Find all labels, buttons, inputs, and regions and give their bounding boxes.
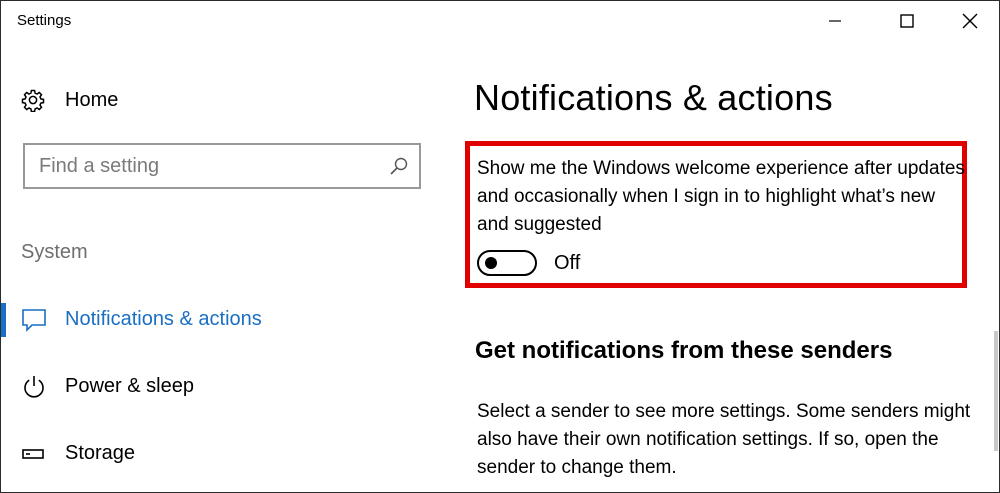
welcome-experience-toggle[interactable] bbox=[477, 250, 537, 276]
minimize-button[interactable] bbox=[811, 1, 859, 41]
system-group-label: System bbox=[21, 241, 88, 263]
maximize-button[interactable] bbox=[883, 1, 931, 41]
sidebar-item-label: Power & sleep bbox=[65, 375, 194, 397]
storage-icon bbox=[22, 449, 44, 459]
power-icon bbox=[24, 376, 44, 398]
maximize-icon bbox=[900, 14, 914, 28]
sidebar-item-power-sleep[interactable]: Power & sleep bbox=[1, 364, 441, 410]
sidebar: Home System Notifications & actions Powe… bbox=[1, 41, 441, 492]
sidebar-item-label: Storage bbox=[65, 442, 136, 464]
home-label: Home bbox=[65, 88, 119, 111]
chat-bubble-icon bbox=[22, 309, 46, 332]
search-icon[interactable] bbox=[389, 156, 409, 176]
title-bar[interactable]: Settings bbox=[1, 1, 999, 41]
scrollbar[interactable] bbox=[994, 331, 998, 451]
senders-heading: Get notifications from these senders bbox=[475, 337, 893, 364]
settings-window: Settings Home Find a setting System Noti… bbox=[0, 0, 1000, 493]
main-content: Notifications & actions Show me the Wind… bbox=[441, 41, 999, 492]
app-title: Settings bbox=[17, 12, 72, 29]
sidebar-item-label: Notifications & actions bbox=[65, 308, 262, 330]
close-button[interactable] bbox=[946, 1, 994, 41]
toggle-state-label: Off bbox=[554, 252, 581, 274]
gear-icon bbox=[21, 89, 45, 112]
search-input[interactable] bbox=[39, 154, 379, 178]
close-icon bbox=[962, 13, 978, 29]
welcome-experience-description: Show me the Windows welcome experience a… bbox=[477, 158, 965, 235]
active-indicator bbox=[1, 303, 6, 337]
toggle-knob bbox=[485, 257, 497, 269]
minimize-icon bbox=[829, 20, 841, 22]
senders-description: Select a sender to see more settings. So… bbox=[477, 401, 971, 478]
page-title: Notifications & actions bbox=[474, 77, 833, 118]
sidebar-item-storage[interactable]: Storage bbox=[1, 431, 441, 477]
sidebar-item-notifications[interactable]: Notifications & actions bbox=[1, 297, 441, 343]
home-nav-item[interactable]: Home bbox=[21, 85, 118, 115]
search-box[interactable] bbox=[23, 143, 421, 189]
